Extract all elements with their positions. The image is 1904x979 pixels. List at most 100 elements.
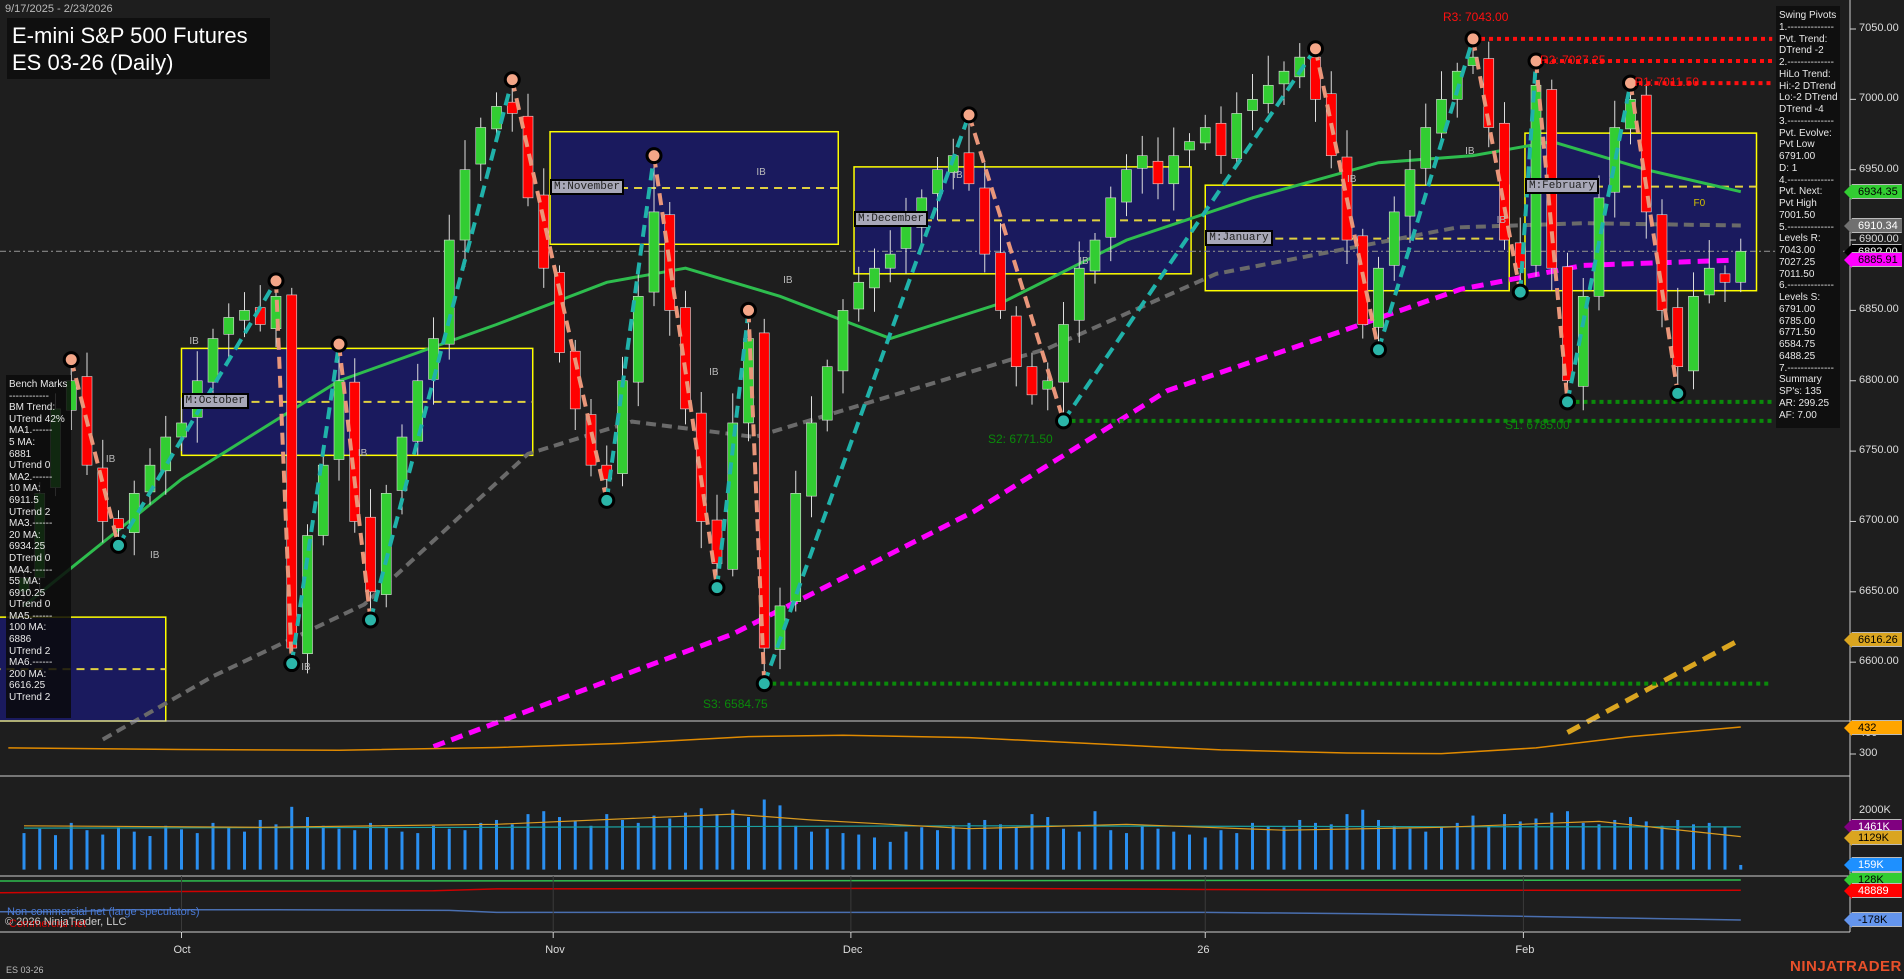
swing-leg-line xyxy=(69,359,121,546)
bench-marks-line: UTrend 2 xyxy=(9,645,51,657)
copyright-text: © 2026 NinjaTrader, LLC xyxy=(5,916,127,928)
candle-up xyxy=(1703,267,1715,296)
swing-pivots-line: AF: 7.00 xyxy=(1779,409,1817,421)
level-label: R2: 7027.25 xyxy=(1540,53,1606,67)
candle-down xyxy=(1640,94,1652,213)
volume-axis-label: 2000K xyxy=(1859,804,1891,817)
time-axis-label: Oct xyxy=(173,944,191,956)
swing-pivots-line: 5.-------------- xyxy=(1779,221,1834,233)
instrument-footer: ES 03-26 xyxy=(6,965,44,975)
ib-label: IB xyxy=(150,549,160,561)
candle-up xyxy=(821,366,833,421)
instrument-period: ES 03-26 (Daily) xyxy=(12,50,174,75)
ib-label: IB xyxy=(105,453,116,465)
price-tag: 6910.34 xyxy=(1844,218,1902,234)
monthly-box-label: M:January xyxy=(1205,229,1273,246)
oscillator-axis-label: 300 xyxy=(1859,747,1878,759)
candle-up xyxy=(223,317,235,335)
swing-pivot-high-marker xyxy=(267,272,285,290)
candle-up xyxy=(1184,141,1195,151)
candle-up xyxy=(239,310,250,321)
candle-down xyxy=(1010,315,1022,367)
candle-down xyxy=(995,252,1006,311)
swing-pivots-line: Levels S: xyxy=(1779,292,1821,303)
price-axis-label: 6700.00 xyxy=(1859,514,1899,527)
oscillator-value-tag: 432 xyxy=(1844,719,1902,736)
date-range: 9/17/2025 - 2/23/2026 xyxy=(5,3,113,15)
candle-down xyxy=(1215,122,1227,156)
bench-marks-line: BM Trend: xyxy=(9,402,56,414)
candle-up xyxy=(1388,211,1400,266)
chart-title-box: E-mini S&P 500 Futures ES 03-26 (Daily) xyxy=(7,18,270,79)
swing-pivots-line: DTrend -2 xyxy=(1779,45,1824,57)
candle-up xyxy=(1121,169,1132,203)
candle-up xyxy=(333,380,345,460)
f0-label: F0 xyxy=(1693,197,1706,209)
price-tag: 6885.91 xyxy=(1844,252,1902,269)
swing-pivots-line: Pvt. Trend: xyxy=(1779,33,1828,45)
candle-up xyxy=(1420,127,1432,169)
bench-marks-line: Bench Marks xyxy=(9,379,68,390)
swing-pivots-line: SP's: 135 xyxy=(1779,386,1822,397)
candle-down xyxy=(1672,307,1684,367)
candle-up xyxy=(459,169,471,241)
swing-pivot-high-marker xyxy=(62,351,80,369)
bench-marks-line: UTrend 2 xyxy=(9,692,51,704)
level-label: S2: 6771.50 xyxy=(988,432,1053,446)
time-axis-label: Dec xyxy=(842,944,863,956)
cot-value-tag: 48889 xyxy=(1844,882,1902,899)
price-axis-label: 7050.00 xyxy=(1859,22,1899,34)
bench-marks-line: 5 MA: xyxy=(9,436,36,448)
bench-marks-line: MA1.------ xyxy=(9,425,53,437)
level-label: R3: 7043.00 xyxy=(1443,10,1509,24)
swing-pivots-line: 6771.50 xyxy=(1779,327,1816,339)
bench-marks-line: 6934.25 xyxy=(9,541,46,553)
swing-pivot-low-marker xyxy=(283,655,301,673)
level-label: R1: 7011.50 xyxy=(1634,75,1700,90)
swing-pivots-line: 6791.00 xyxy=(1779,303,1816,315)
candle-up xyxy=(837,310,849,372)
oscillator-line xyxy=(8,726,1741,755)
swing-pivots-line: Hi:-2 DTrend xyxy=(1779,80,1836,92)
swing-pivot-low-marker xyxy=(1559,393,1576,411)
price-chart[interactable] xyxy=(0,0,1904,979)
bench-marks-line: 200 MA: xyxy=(9,668,47,680)
bench-marks-line: UTrend 42% xyxy=(9,413,65,425)
candle-up xyxy=(1247,99,1258,111)
price-axis-label: 6850.00 xyxy=(1859,303,1899,316)
swing-pivot-high-marker xyxy=(1464,30,1482,48)
price-axis-label: 6600.00 xyxy=(1859,655,1899,668)
cot-value-tag: -178K xyxy=(1844,912,1902,929)
bench-marks-line: MA3.------ xyxy=(9,518,53,530)
swing-pivots-line: 6791.00 xyxy=(1779,151,1816,162)
instrument-name: E-mini S&P 500 Futures xyxy=(12,23,248,48)
ib-label: IB xyxy=(301,662,311,674)
candle-up xyxy=(900,225,912,249)
ib-label: IB xyxy=(783,275,793,287)
bench-marks-line: 6910.25 xyxy=(9,587,46,599)
candle-up xyxy=(1073,267,1085,321)
bench-marks-line: 100 MA: xyxy=(9,622,47,634)
swing-pivot-high-marker xyxy=(740,301,757,319)
bench-marks-line: MA2.------ xyxy=(9,471,53,483)
swing-pivots-line: 6.-------------- xyxy=(1779,280,1834,292)
swing-pivot-low-marker xyxy=(110,536,127,554)
candle-down xyxy=(1026,366,1038,396)
swing-pivot-high-marker xyxy=(645,147,663,165)
ib-label: IB xyxy=(1079,255,1089,267)
candle-down xyxy=(1562,266,1573,382)
monthly-box-label: M:October xyxy=(181,392,249,409)
swing-pivots-line: Pvt High xyxy=(1779,198,1817,209)
swing-pivots-line: 1.-------------- xyxy=(1779,21,1834,33)
candle-up xyxy=(443,239,455,345)
price-axis-label: 6950.00 xyxy=(1859,162,1899,175)
swing-pivots-line: 6785.00 xyxy=(1779,315,1816,327)
volume-ma-fast xyxy=(23,813,1741,838)
bench-marks-line: 6886 xyxy=(9,634,32,646)
candle-up xyxy=(207,338,219,383)
candle-up xyxy=(1404,169,1416,217)
swing-pivots-line: 7.-------------- xyxy=(1779,362,1834,374)
swing-pivot-low-marker xyxy=(1370,341,1387,359)
ninjatrader-logo: NINJATRADER xyxy=(1790,958,1902,975)
candle-up xyxy=(853,281,865,310)
